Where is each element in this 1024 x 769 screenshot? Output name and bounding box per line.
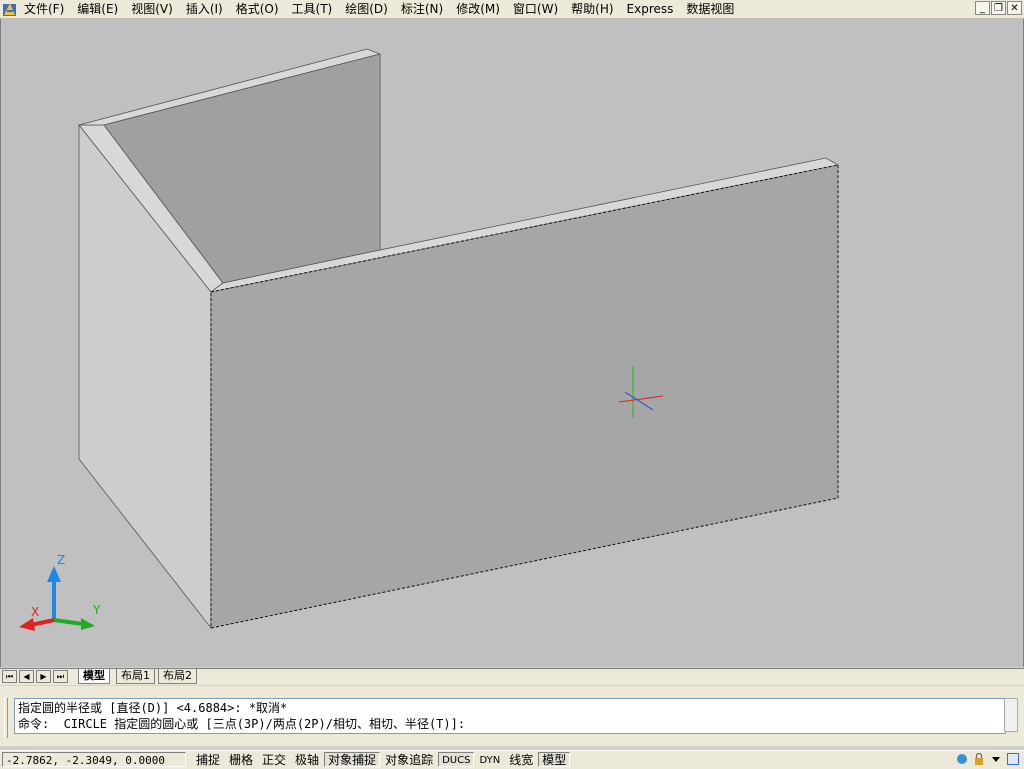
menu-item-4[interactable]: 格式(O): [236, 0, 286, 18]
layout-tab-bar: ⏮ ◀ ▶ ⏭ 模型 布局1 布局2: [0, 668, 1024, 685]
tab-layout1[interactable]: 布局1: [116, 669, 155, 684]
command-window-grip[interactable]: [4, 698, 8, 738]
autocad-app-icon[interactable]: [2, 1, 18, 17]
drawing-viewport[interactable]: Z Y X: [0, 19, 1024, 667]
menu-item-9[interactable]: 窗口(W): [513, 0, 565, 18]
ucs-icon: Z Y X: [19, 553, 101, 631]
menu-item-5[interactable]: 工具(T): [292, 0, 340, 18]
menu-item-12[interactable]: 数据视图: [686, 0, 741, 18]
menu-item-1[interactable]: 编辑(E): [77, 0, 125, 18]
lock-icon[interactable]: [972, 752, 986, 766]
status-toggle-8[interactable]: 线宽: [505, 752, 537, 767]
command-history-line: 指定圆的半径或 [直径(D)] <4.6884>: *取消*: [18, 701, 288, 715]
status-toggle-1[interactable]: 栅格: [225, 752, 257, 767]
coordinate-readout[interactable]: -2.7862, -2.3049, 0.0000: [2, 752, 186, 767]
status-tray: [955, 752, 1020, 766]
command-window: 指定圆的半径或 [直径(D)] <4.6884>: *取消* 命令: CIRCL…: [0, 686, 1024, 746]
menu-item-3[interactable]: 插入(I): [186, 0, 230, 18]
menu-items: 文件(F) 编辑(E) 视图(V) 插入(I) 格式(O) 工具(T) 绘图(D) 标注(N)…: [24, 0, 747, 18]
menu-item-0[interactable]: 文件(F): [24, 0, 71, 18]
status-toggles: 捕捉 栅格 正交 极轴 对象捕捉 对象追踪 DUCS DYN 线宽 模型: [192, 752, 571, 767]
status-toggle-6[interactable]: DUCS: [438, 752, 475, 767]
menu-item-7[interactable]: 标注(N): [401, 0, 450, 18]
menu-item-6[interactable]: 绘图(D): [345, 0, 395, 18]
chevron-down-icon[interactable]: [989, 752, 1003, 766]
3d-model-scene[interactable]: Z Y X: [1, 19, 1023, 667]
menu-item-2[interactable]: 视图(V): [131, 0, 180, 18]
status-bar: -2.7862, -2.3049, 0.0000 捕捉 栅格 正交 极轴 对象捕捉 对象追…: [0, 750, 1024, 769]
menu-item-11[interactable]: Express: [627, 0, 681, 18]
first-tab-button[interactable]: ⏮: [2, 670, 17, 683]
menu-item-8[interactable]: 修改(M): [456, 0, 507, 18]
tab-layout2[interactable]: 布局2: [158, 669, 197, 684]
ucs-y-label: Y: [92, 603, 101, 617]
command-prompt-line[interactable]: 命令: CIRCLE 指定圆的圆心或 [三点(3P)/两点(2P)/相切、相切、…: [18, 716, 465, 732]
status-toggle-0[interactable]: 捕捉: [192, 752, 224, 767]
tab-model[interactable]: 模型: [78, 669, 110, 684]
status-toggle-2[interactable]: 正交: [258, 752, 290, 767]
ucs-z-label: Z: [57, 553, 65, 567]
status-toggle-4[interactable]: 对象捕捉: [324, 752, 381, 767]
last-tab-button[interactable]: ⏭: [53, 670, 68, 683]
command-history[interactable]: 指定圆的半径或 [直径(D)] <4.6884>: *取消* 命令: CIRCL…: [14, 698, 1006, 734]
ucs-x-label: X: [31, 605, 39, 619]
clean-screen-icon[interactable]: [1006, 752, 1020, 766]
menu-bar: 文件(F) 编辑(E) 视图(V) 插入(I) 格式(O) 工具(T) 绘图(D) 标注(N)…: [0, 0, 1024, 19]
command-scrollbar[interactable]: [1004, 698, 1018, 732]
status-toggle-7[interactable]: DYN: [475, 752, 504, 767]
status-toggle-3[interactable]: 极轴: [291, 752, 323, 767]
status-toggle-9[interactable]: 模型: [538, 752, 571, 767]
window-controls: _ ❐ ✕: [975, 1, 1022, 15]
close-button[interactable]: ✕: [1007, 1, 1022, 15]
prev-tab-button[interactable]: ◀: [19, 670, 34, 683]
status-toggle-5[interactable]: 对象追踪: [381, 752, 437, 767]
next-tab-button[interactable]: ▶: [36, 670, 51, 683]
restore-button[interactable]: ❐: [991, 1, 1006, 15]
communication-center-icon[interactable]: [955, 752, 969, 766]
menu-item-10[interactable]: 帮助(H): [571, 0, 620, 18]
minimize-button[interactable]: _: [975, 1, 990, 15]
